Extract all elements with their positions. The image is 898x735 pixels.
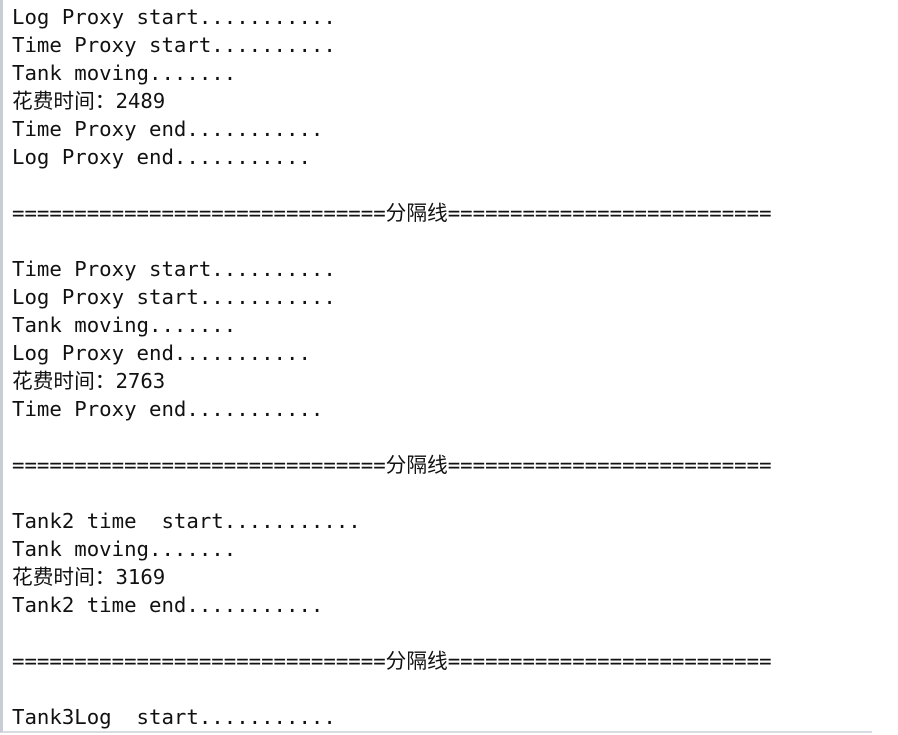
console-line: Tank moving....... [12,537,237,561]
console-line: Time Proxy end........... [12,117,324,141]
console-line: Tank moving....... [12,313,237,337]
console-line: Log Proxy end........... [12,341,311,365]
console-output: Log Proxy start........... Time Proxy sta… [0,0,872,733]
console-lines: Log Proxy start........... Time Proxy sta… [12,3,772,731]
separator-line: ==============================分隔线=======… [12,453,772,477]
console-line: Tank2 time start........... [12,509,361,533]
console-line: Tank2 time end........... [12,593,324,617]
console-line: Log Proxy start........... [12,285,336,309]
console-line: Log Proxy start........... [12,5,336,29]
separator-line: ==============================分隔线=======… [12,201,772,225]
console-line: 花费时间：2763 [12,369,166,393]
console-line: Tank3Log start........... [12,705,336,729]
separator-line: ==============================分隔线=======… [12,649,772,673]
console-line: Time Proxy end........... [12,397,324,421]
console-line: Time Proxy start.......... [12,33,336,57]
console-line: Time Proxy start.......... [12,257,336,281]
console-line: Tank moving....... [12,61,237,85]
console-line: 花费时间：2489 [12,89,166,113]
console-line: 花费时间：3169 [12,565,166,589]
console-line: Log Proxy end........... [12,145,311,169]
